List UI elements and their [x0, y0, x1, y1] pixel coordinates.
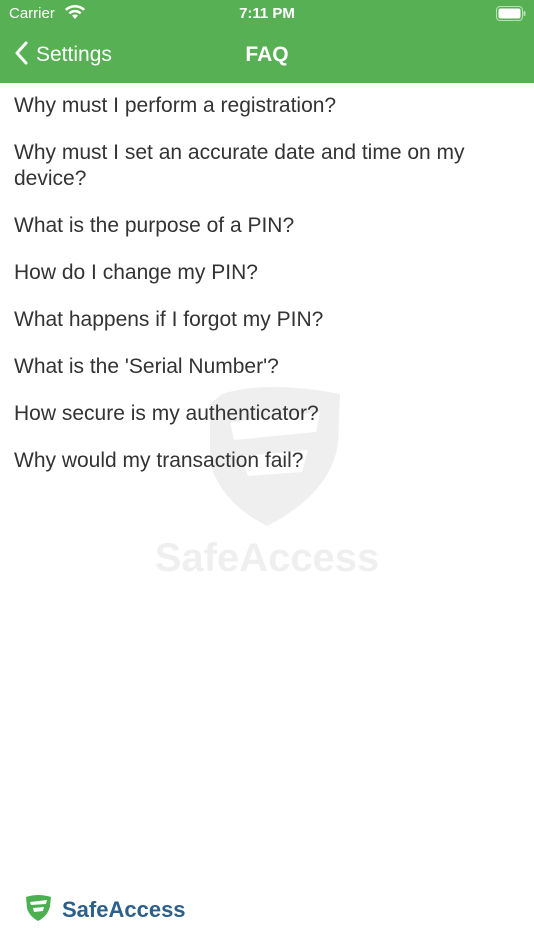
faq-item[interactable]: What is the purpose of a PIN? [14, 213, 474, 239]
faq-item[interactable]: Why must I set an accurate date and time… [14, 140, 474, 192]
navigation-bar: Settings FAQ [0, 28, 534, 83]
faq-item[interactable]: Why would my transaction fail? [14, 448, 474, 474]
status-bar: Carrier 7:11 PM [0, 0, 534, 28]
faq-list: Why must I perform a registration? Why m… [14, 93, 474, 474]
battery-icon [496, 6, 526, 25]
header: Carrier 7:11 PM Settings FAQ [0, 0, 534, 83]
footer-logo: SafeAccess [25, 894, 186, 927]
faq-item[interactable]: How secure is my authenticator? [14, 401, 474, 427]
faq-item[interactable]: What is the 'Serial Number'? [14, 354, 474, 380]
page-title: FAQ [245, 43, 289, 66]
shield-logo-icon [25, 894, 52, 927]
footer-brand-name: SafeAccess [62, 897, 186, 922]
faq-item[interactable]: What happens if I forgot my PIN? [14, 307, 474, 333]
watermark-text: SafeAccess [154, 536, 380, 580]
status-time: 7:11 PM [239, 5, 295, 22]
faq-item[interactable]: How do I change my PIN? [14, 260, 474, 286]
faq-item[interactable]: Why must I perform a registration? [14, 93, 474, 119]
